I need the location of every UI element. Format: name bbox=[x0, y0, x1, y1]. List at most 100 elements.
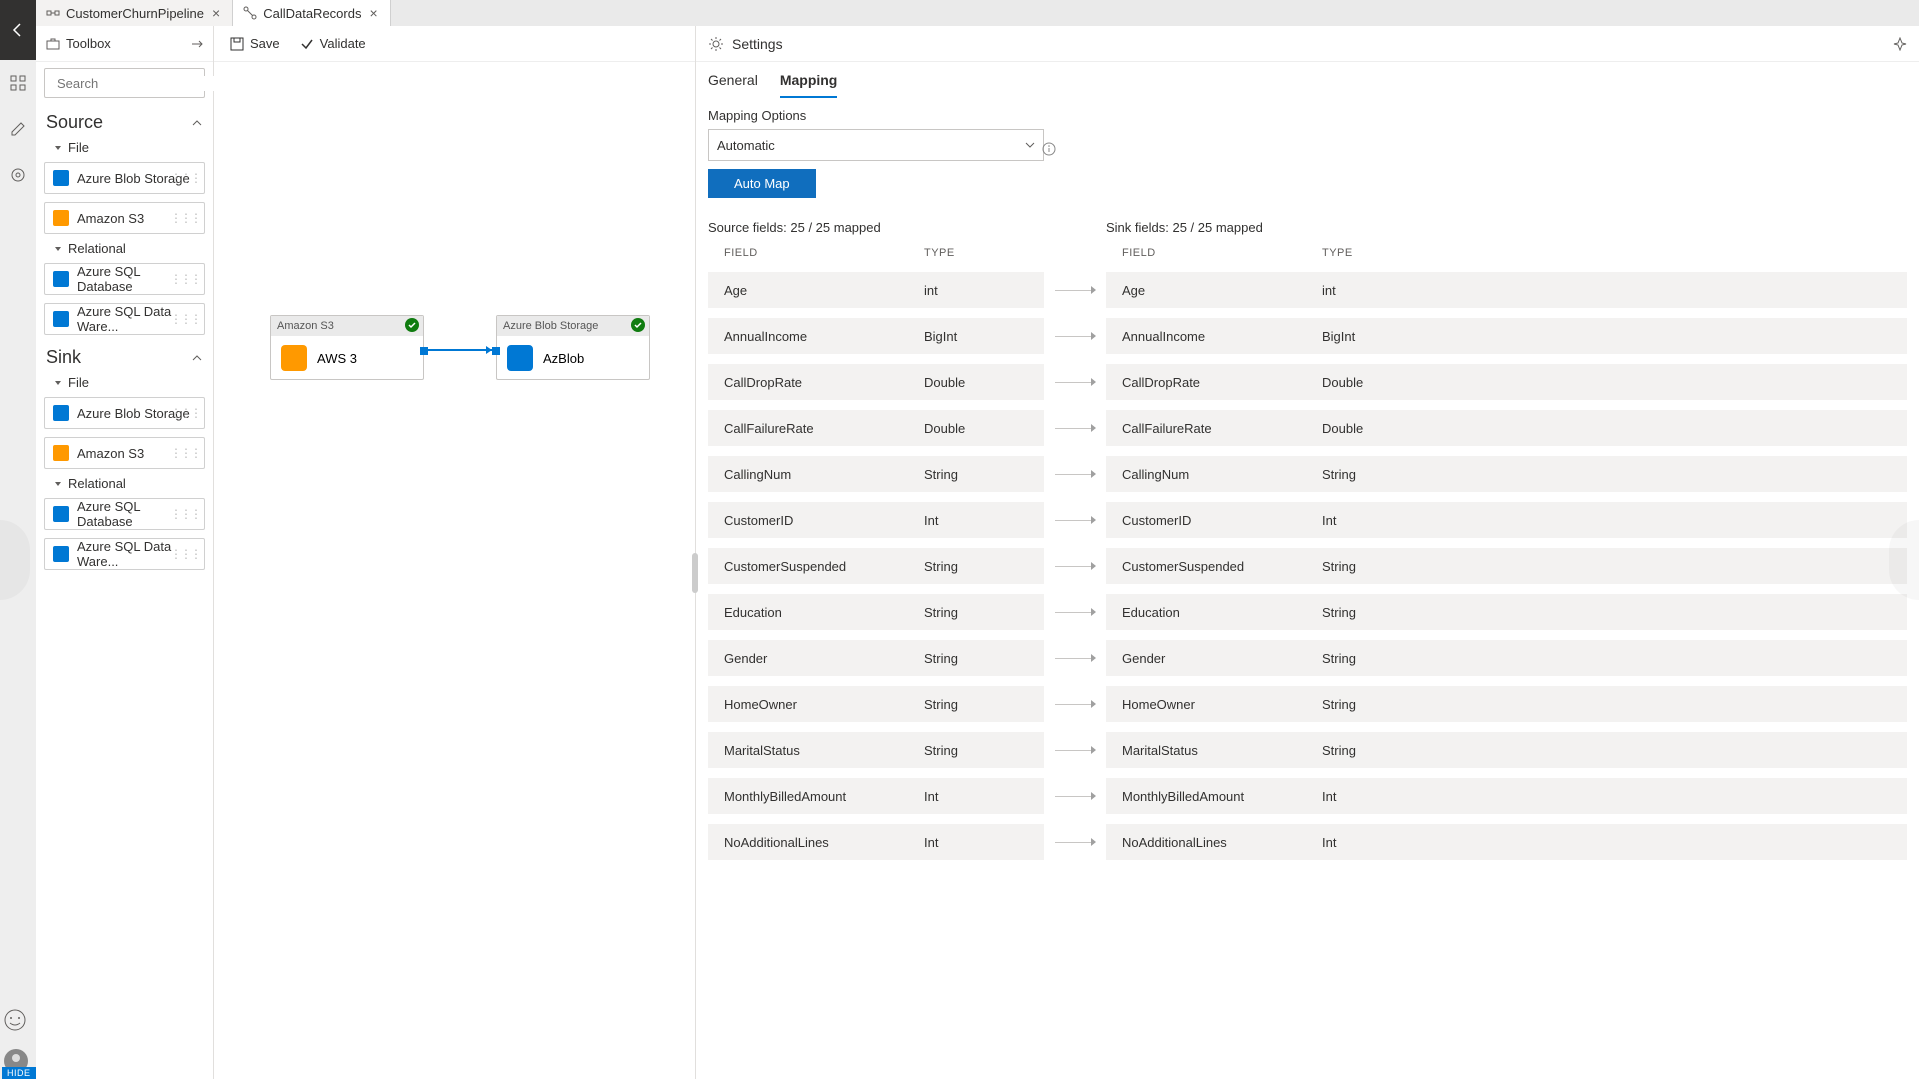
grid-icon[interactable] bbox=[0, 60, 36, 106]
col-header-field: FIELD bbox=[1106, 241, 1306, 265]
search-input-wrap[interactable] bbox=[44, 68, 205, 98]
toolbox-header: Toolbox bbox=[36, 26, 213, 62]
sink-type: Int bbox=[1306, 778, 1907, 814]
sql-icon bbox=[53, 271, 69, 287]
mapping-row[interactable]: EducationStringEducationString bbox=[708, 591, 1907, 633]
sink-azure-blob-storage[interactable]: Azure Blob Storage ⋮⋮⋮ bbox=[44, 397, 205, 429]
canvas-surface[interactable]: Amazon S3 AWS 3 bbox=[214, 62, 695, 1079]
mapping-row[interactable]: AgeintAgeint bbox=[708, 269, 1907, 311]
group-relational[interactable]: Relational bbox=[36, 238, 213, 259]
sink-amazon-s3[interactable]: Amazon S3 ⋮⋮⋮ bbox=[44, 437, 205, 469]
unpin-icon[interactable] bbox=[191, 38, 203, 50]
output-port[interactable] bbox=[420, 347, 428, 355]
sink-type: int bbox=[1306, 272, 1907, 308]
close-icon[interactable]: × bbox=[367, 5, 379, 21]
sink-field: CallDropRate bbox=[1106, 364, 1306, 400]
mapping-row[interactable]: GenderStringGenderString bbox=[708, 637, 1907, 679]
tab-customer-churn-pipeline[interactable]: CustomerChurnPipeline × bbox=[36, 0, 233, 26]
mapping-row[interactable]: AnnualIncomeBigIntAnnualIncomeBigInt bbox=[708, 315, 1907, 357]
search-input[interactable] bbox=[57, 76, 233, 91]
hide-badge[interactable]: HIDE bbox=[2, 1067, 36, 1079]
validate-button[interactable]: Validate bbox=[300, 36, 366, 51]
section-sink-header[interactable]: Sink bbox=[36, 339, 213, 372]
source-type: String bbox=[908, 456, 1044, 492]
source-field: CustomerID bbox=[708, 502, 908, 538]
node-source-amazon-s3[interactable]: Amazon S3 AWS 3 bbox=[270, 315, 424, 380]
arrow-left-icon bbox=[10, 22, 26, 38]
save-button[interactable]: Save bbox=[230, 36, 280, 51]
source-azure-blob-storage[interactable]: Azure Blob Storage ⋮⋮⋮ bbox=[44, 162, 205, 194]
mapping-row[interactable]: CustomerSuspendedStringCustomerSuspended… bbox=[708, 545, 1907, 587]
source-fields-summary: Source fields: 25 / 25 mapped bbox=[708, 220, 1106, 235]
mapping-arrow bbox=[1044, 704, 1106, 705]
feedback-icon[interactable] bbox=[4, 1009, 26, 1031]
source-type: Double bbox=[908, 410, 1044, 446]
mapping-arrow bbox=[1044, 290, 1106, 291]
pin-icon[interactable] bbox=[1893, 37, 1907, 51]
status-ok-icon bbox=[631, 318, 645, 332]
canvas-panel: Save Validate Amazon S3 bbox=[214, 26, 696, 1079]
mapping-row[interactable]: CallDropRateDoubleCallDropRateDouble bbox=[708, 361, 1907, 403]
mapping-row[interactable]: CustomerIDIntCustomerIDInt bbox=[708, 499, 1907, 541]
mapping-arrow bbox=[1044, 612, 1106, 613]
source-amazon-s3[interactable]: Amazon S3 ⋮⋮⋮ bbox=[44, 202, 205, 234]
sink-type: Int bbox=[1306, 824, 1907, 860]
sqldw-icon bbox=[53, 546, 69, 562]
mapping-row[interactable]: MaritalStatusStringMaritalStatusString bbox=[708, 729, 1907, 771]
group-file[interactable]: File bbox=[36, 137, 213, 158]
info-icon[interactable] bbox=[1042, 142, 1056, 156]
tab-general[interactable]: General bbox=[708, 72, 758, 98]
mapping-row[interactable]: NoAdditionalLinesIntNoAdditionalLinesInt bbox=[708, 821, 1907, 863]
sink-field: CallingNum bbox=[1106, 456, 1306, 492]
source-type: String bbox=[908, 548, 1044, 584]
mapping-arrow bbox=[1044, 750, 1106, 751]
target-icon[interactable] bbox=[0, 152, 36, 198]
node-sink-azure-blob[interactable]: Azure Blob Storage AzBlob bbox=[496, 315, 650, 380]
close-icon[interactable]: × bbox=[210, 5, 222, 21]
tab-mapping[interactable]: Mapping bbox=[780, 72, 838, 98]
mapping-row[interactable]: CallingNumStringCallingNumString bbox=[708, 453, 1907, 495]
mapping-row[interactable]: HomeOwnerStringHomeOwnerString bbox=[708, 683, 1907, 725]
mapping-arrow bbox=[1044, 658, 1106, 659]
mapping-mode-dropdown[interactable]: Automatic bbox=[708, 129, 1044, 161]
sink-field: CallFailureRate bbox=[1106, 410, 1306, 446]
grip-icon: ⋮⋮⋮ bbox=[170, 171, 200, 185]
auto-map-button[interactable]: Auto Map bbox=[708, 169, 816, 198]
sink-azure-sql-dw[interactable]: Azure SQL Data Ware... ⋮⋮⋮ bbox=[44, 538, 205, 570]
group-relational-sink[interactable]: Relational bbox=[36, 473, 213, 494]
check-icon bbox=[300, 37, 314, 51]
input-port[interactable] bbox=[492, 347, 500, 355]
source-type: Int bbox=[908, 778, 1044, 814]
grip-icon: ⋮⋮⋮ bbox=[170, 507, 200, 521]
edit-icon[interactable] bbox=[0, 106, 36, 152]
source-type: String bbox=[908, 594, 1044, 630]
s3-icon bbox=[53, 445, 69, 461]
source-field: CallDropRate bbox=[708, 364, 908, 400]
source-azure-sql-database[interactable]: Azure SQL Database ⋮⋮⋮ bbox=[44, 263, 205, 295]
source-field: Gender bbox=[708, 640, 908, 676]
mapping-row[interactable]: MonthlyBilledAmountIntMonthlyBilledAmoun… bbox=[708, 775, 1907, 817]
group-file-sink[interactable]: File bbox=[36, 372, 213, 393]
sink-type: String bbox=[1306, 548, 1907, 584]
sink-azure-sql-database[interactable]: Azure SQL Database ⋮⋮⋮ bbox=[44, 498, 205, 530]
toolbox-title: Toolbox bbox=[66, 36, 191, 51]
mapping-table[interactable]: AgeintAgeintAnnualIncomeBigIntAnnualInco… bbox=[696, 269, 1919, 1079]
section-source-header[interactable]: Source bbox=[36, 104, 213, 137]
mapping-row[interactable]: CallFailureRateDoubleCallFailureRateDoub… bbox=[708, 407, 1907, 449]
source-type: Int bbox=[908, 502, 1044, 538]
source-field: CallingNum bbox=[708, 456, 908, 492]
source-field: MonthlyBilledAmount bbox=[708, 778, 908, 814]
node-label: AWS 3 bbox=[317, 351, 357, 366]
source-field: CallFailureRate bbox=[708, 410, 908, 446]
sink-field: Education bbox=[1106, 594, 1306, 630]
sink-field: MonthlyBilledAmount bbox=[1106, 778, 1306, 814]
sink-field: Gender bbox=[1106, 640, 1306, 676]
tab-call-data-records[interactable]: CallDataRecords × bbox=[233, 0, 390, 26]
source-azure-sql-dw[interactable]: Azure SQL Data Ware... ⋮⋮⋮ bbox=[44, 303, 205, 335]
connector[interactable] bbox=[428, 349, 492, 351]
sink-field: Age bbox=[1106, 272, 1306, 308]
back-button[interactable] bbox=[0, 0, 36, 60]
panel-resize-handle[interactable] bbox=[692, 553, 698, 593]
caret-down-icon bbox=[54, 144, 62, 152]
source-field: NoAdditionalLines bbox=[708, 824, 908, 860]
